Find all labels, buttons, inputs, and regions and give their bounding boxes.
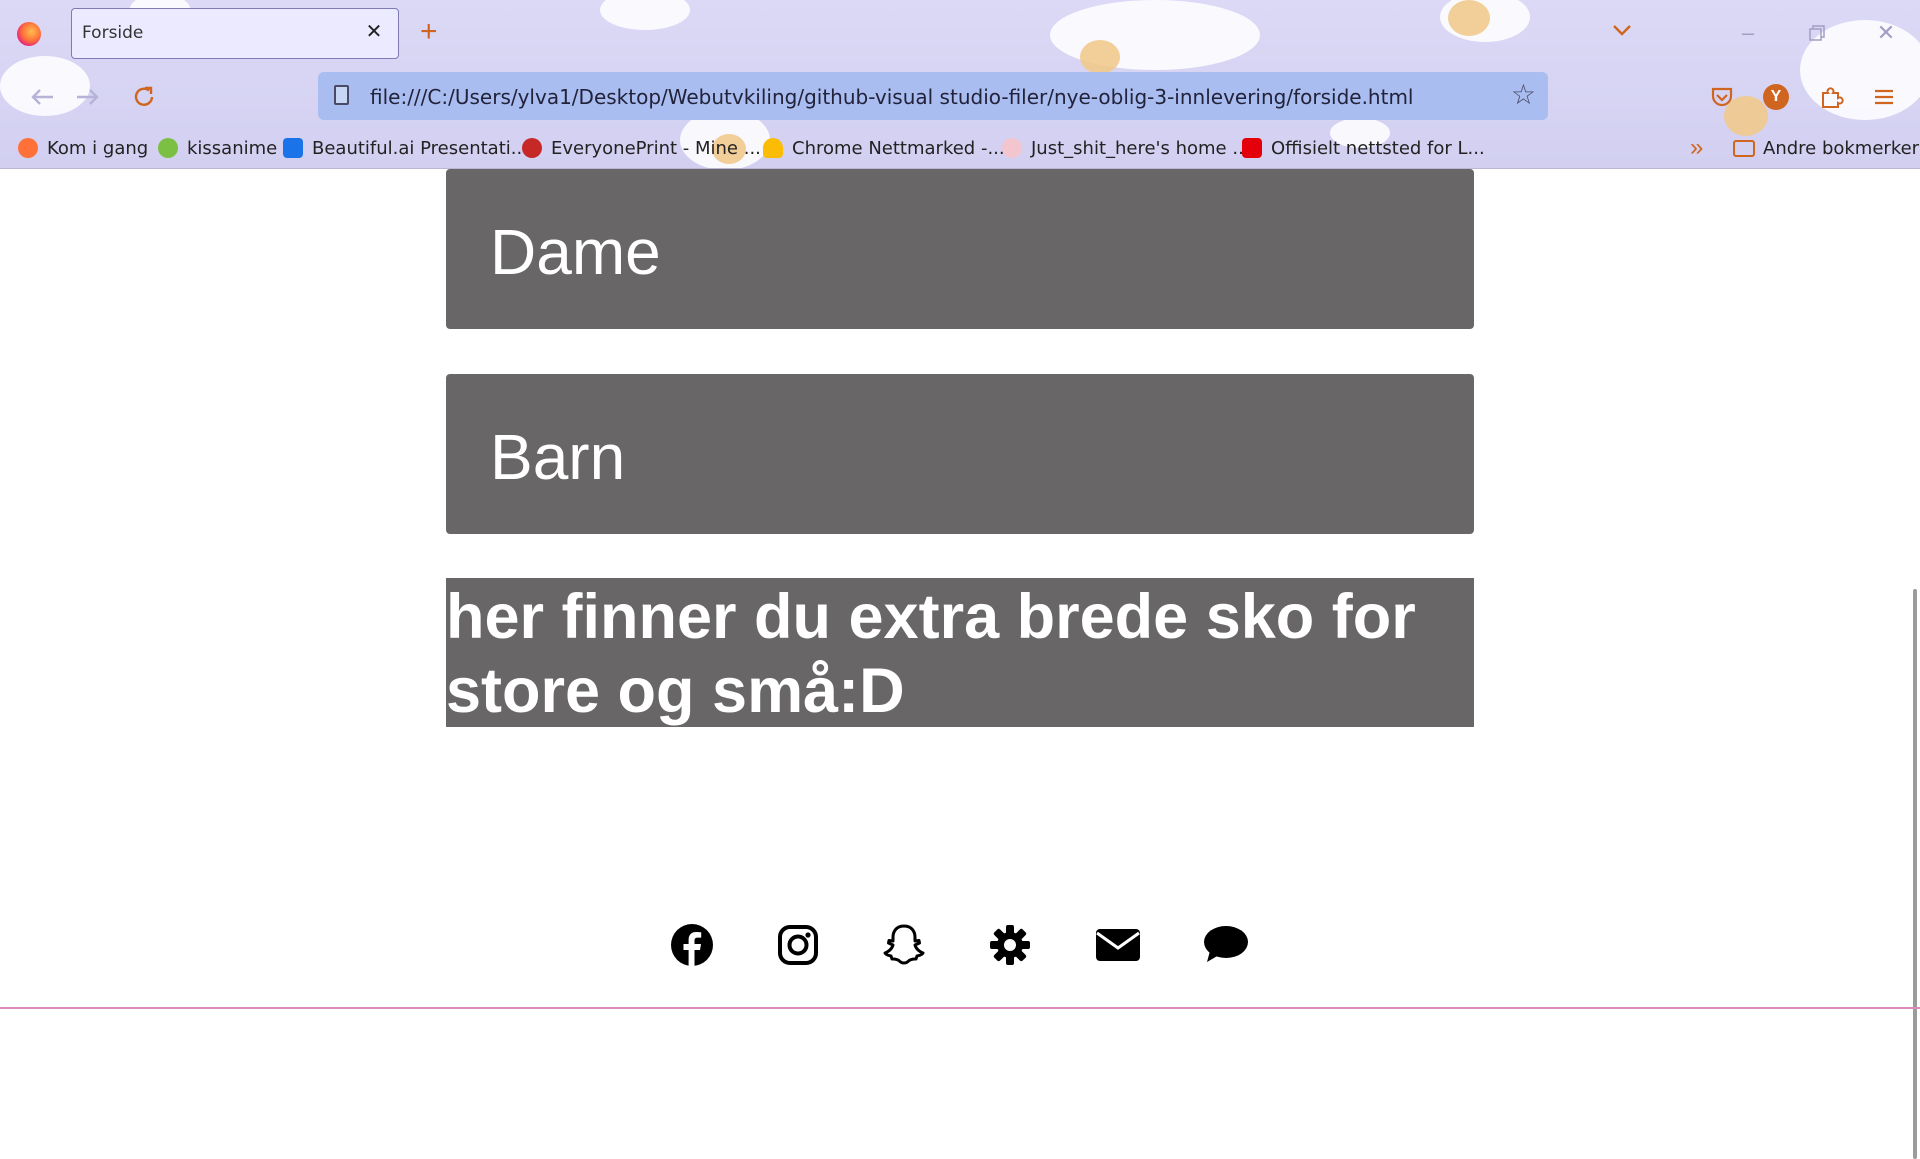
forward-arrow-icon[interactable]: [70, 82, 106, 112]
bookmark-everyoneprint[interactable]: EveryonePrint - Mine ...: [522, 136, 761, 160]
url-text[interactable]: file:///C:/Users/ylva1/Desktop/Webutvkil…: [370, 85, 1414, 109]
category-label: Barn: [490, 421, 626, 493]
bookmark-kissanime[interactable]: kissanime: [158, 136, 277, 160]
hamburger-menu-icon[interactable]: [1870, 84, 1898, 112]
reload-icon[interactable]: [126, 82, 162, 112]
tab-close-icon[interactable]: ✕: [362, 20, 386, 44]
category-label: Dame: [490, 216, 661, 288]
browser-chrome: Forside ✕ + – ✕ file:///C:/Users/ylva1/D…: [0, 0, 1920, 169]
back-arrow-icon[interactable]: [24, 82, 60, 112]
account-avatar[interactable]: Y: [1763, 84, 1789, 110]
more-bookmarks-chevron-icon[interactable]: »: [1690, 136, 1703, 160]
new-tab-button[interactable]: +: [420, 14, 438, 50]
bookmark-kom-i-gang[interactable]: Kom i gang: [18, 136, 148, 160]
bookmark-label: EveryonePrint - Mine ...: [551, 137, 761, 159]
bookmark-label: kissanime: [187, 137, 278, 159]
other-bookmarks-folder[interactable]: Andre bokmerker: [1733, 136, 1919, 160]
bookmark-just-shit[interactable]: Just_shit_here's home ...: [1002, 136, 1250, 160]
other-bookmarks-label: Andre bokmerker: [1763, 137, 1920, 159]
chat-icon[interactable]: [1201, 920, 1251, 970]
lego-icon: [1242, 138, 1262, 158]
category-barn-link[interactable]: Barn: [446, 374, 1474, 534]
bookmark-label: Chrome Nettmarked -...: [792, 137, 1005, 159]
facebook-icon[interactable]: [667, 920, 717, 970]
tab-forside[interactable]: Forside ✕: [71, 8, 399, 59]
firefox-logo-icon: [17, 22, 41, 46]
folder-icon: [1733, 139, 1755, 157]
bookmark-lego[interactable]: Offisielt nettsted for L...: [1242, 136, 1485, 160]
bookmark-chrome-webstore[interactable]: Chrome Nettmarked -...: [763, 136, 1005, 160]
just-shit-icon: [1002, 138, 1022, 158]
chrome-webstore-icon: [763, 138, 783, 158]
minimize-button[interactable]: –: [1733, 18, 1763, 48]
banner-text: her finner du extra brede sko for store …: [446, 582, 1416, 726]
bookmark-label: Offisielt nettsted for L...: [1271, 137, 1485, 159]
bookmarks-toolbar: Kom i gang kissanime Beautiful.ai Presen…: [0, 128, 1920, 168]
tab-list-chevron-down-icon[interactable]: [1610, 18, 1634, 42]
beautiful-ai-icon: [283, 138, 303, 158]
everyoneprint-icon: [522, 138, 542, 158]
bookmark-star-icon[interactable]: ☆: [1511, 78, 1536, 111]
page-viewport: Dame Barn her finner du extra brede sko …: [0, 169, 1920, 1159]
firefox-icon: [18, 138, 38, 158]
close-window-button[interactable]: ✕: [1871, 18, 1901, 48]
gear-icon[interactable]: [985, 920, 1035, 970]
address-bar[interactable]: file:///C:/Users/ylva1/Desktop/Webutvkil…: [318, 72, 1548, 120]
page-icon: [334, 85, 349, 105]
category-dame-link[interactable]: Dame: [446, 169, 1474, 329]
bookmark-beautiful-ai[interactable]: Beautiful.ai Presentati...: [283, 136, 528, 160]
kissanime-icon: [158, 138, 178, 158]
restore-button[interactable]: [1802, 18, 1832, 48]
mail-icon[interactable]: [1093, 920, 1143, 970]
instagram-icon[interactable]: [773, 920, 823, 970]
tab-bar: Forside ✕ + – ✕: [0, 0, 1920, 64]
snapchat-icon[interactable]: [879, 920, 929, 970]
vertical-scrollbar[interactable]: [1913, 589, 1917, 1159]
bookmark-label: Beautiful.ai Presentati...: [312, 137, 528, 159]
tab-title: Forside: [82, 23, 144, 43]
info-banner: her finner du extra brede sko for store …: [446, 578, 1474, 727]
bookmark-label: Just_shit_here's home ...: [1031, 137, 1250, 159]
bookmark-label: Kom i gang: [47, 137, 149, 159]
extensions-puzzle-icon[interactable]: [1817, 84, 1845, 112]
pocket-icon[interactable]: [1708, 84, 1736, 112]
